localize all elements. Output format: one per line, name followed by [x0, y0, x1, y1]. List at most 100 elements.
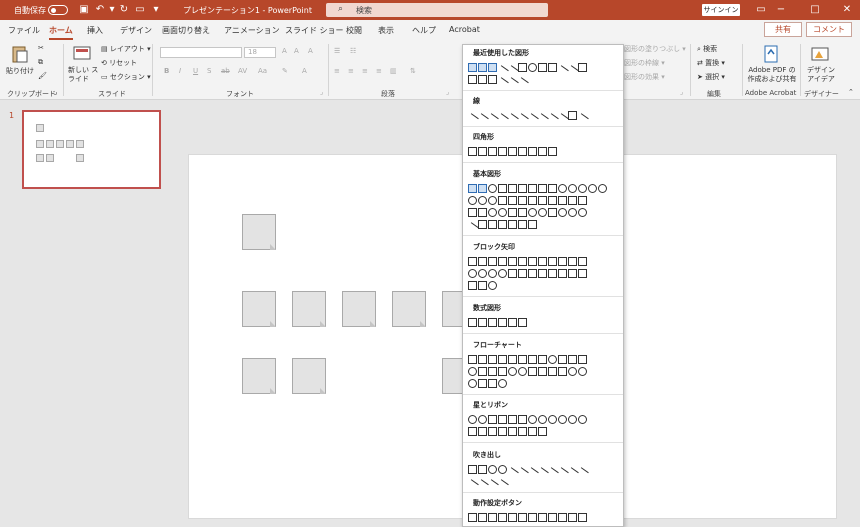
textbox-shape-icon[interactable]	[478, 63, 487, 72]
arc-shape-icon[interactable]	[466, 222, 479, 235]
triangle-shape-icon[interactable]	[548, 63, 557, 72]
curved-left-arrow-shape-icon[interactable]	[478, 269, 487, 278]
rectangle-shape-icon[interactable]	[468, 63, 477, 72]
design-ideas-icon[interactable]	[810, 44, 830, 64]
flowchart-manual-input-shape-icon[interactable]	[568, 355, 577, 364]
copy-icon[interactable]: ⧉	[38, 58, 43, 67]
pentagon-shape-icon[interactable]	[548, 184, 557, 193]
flowchart-extract-shape-icon[interactable]	[548, 367, 557, 376]
action-button-sound-shape-icon[interactable]	[558, 513, 567, 522]
snip-round-rectangle-shape-icon[interactable]	[518, 147, 527, 156]
folded-corner-shape[interactable]	[342, 291, 376, 327]
star-32-point-shape-icon[interactable]	[578, 415, 587, 424]
star-16-point-shape-icon[interactable]	[558, 415, 567, 424]
textbox-shape-icon[interactable]	[468, 184, 477, 193]
chord-shape-icon[interactable]	[478, 196, 487, 205]
left-right-arrow-shape-icon[interactable]	[508, 257, 517, 266]
dodecagon-shape-icon[interactable]	[598, 184, 607, 193]
left-brace-shape-icon[interactable]	[518, 220, 527, 229]
present-icon[interactable]: ▭	[134, 4, 146, 16]
bold-icon[interactable]: B	[164, 67, 169, 75]
plaque-shape-icon[interactable]	[548, 196, 557, 205]
align-left-icon[interactable]: ≡	[334, 67, 340, 75]
wave-shape-icon[interactable]	[528, 427, 537, 436]
triangle-shape-icon[interactable]	[498, 184, 507, 193]
trapezoid-shape-icon[interactable]	[528, 184, 537, 193]
round-same-side-rectangle-shape-icon[interactable]	[538, 147, 547, 156]
block-arc-shape-icon[interactable]	[508, 208, 517, 217]
oval-shape-icon[interactable]	[488, 184, 497, 193]
down-arrow-shape-icon[interactable]	[498, 257, 507, 266]
donut-shape-icon[interactable]	[488, 208, 497, 217]
replace-button[interactable]: ⇄ 置換 ▾	[697, 58, 725, 68]
heptagon-shape-icon[interactable]	[568, 184, 577, 193]
char-spacing-icon[interactable]: AV	[238, 67, 247, 75]
flowchart-offpage-connector-shape-icon[interactable]	[478, 367, 487, 376]
clear-formatting-icon[interactable]: A	[308, 47, 313, 55]
star-7-point-shape-icon[interactable]	[518, 415, 527, 424]
drawing-launcher-icon[interactable]: ⌟	[680, 88, 683, 96]
tab-design[interactable]: デザイン	[120, 25, 152, 36]
teardrop-shape-icon[interactable]	[488, 196, 497, 205]
create-pdf-icon[interactable]	[761, 44, 781, 64]
notched-right-arrow-shape-icon[interactable]	[518, 269, 527, 278]
multiply-shape-icon[interactable]	[488, 318, 497, 327]
curve-shape-icon[interactable]	[556, 113, 569, 126]
star-24-point-shape-icon[interactable]	[568, 415, 577, 424]
cube-shape-icon[interactable]	[568, 196, 577, 205]
numbering-icon[interactable]: ☷	[350, 47, 356, 55]
tab-transitions[interactable]: 画面切り替え	[162, 25, 210, 36]
shadow-icon[interactable]: S	[207, 67, 211, 75]
division-shape-icon[interactable]	[498, 318, 507, 327]
action-button-document-shape-icon[interactable]	[548, 513, 557, 522]
left-up-arrow-shape-icon[interactable]	[568, 257, 577, 266]
freeform-shape-icon[interactable]	[568, 111, 577, 120]
new-slide-button-label[interactable]: 新しい スライド	[68, 66, 100, 84]
left-right-up-arrow-shape-icon[interactable]	[538, 257, 547, 266]
cross-shape-icon[interactable]	[538, 196, 547, 205]
parallelogram-shape-icon[interactable]	[518, 184, 527, 193]
curved-ribbon-up-shape-icon[interactable]	[488, 427, 497, 436]
signin-button[interactable]: サインイン	[702, 4, 740, 16]
bracket-shape-icon[interactable]	[516, 77, 529, 90]
round-corner-rectangle-shape-icon[interactable]	[528, 147, 537, 156]
create-pdf-button-label[interactable]: Adobe PDF の 作成および共有	[745, 66, 799, 84]
tab-home[interactable]: ホーム	[49, 25, 73, 40]
change-case-icon[interactable]: Aa	[258, 67, 267, 75]
not-equal-shape-icon[interactable]	[518, 318, 527, 327]
flowchart-data-shape-icon[interactable]	[498, 355, 507, 364]
right-arrow-shape-icon[interactable]	[468, 257, 477, 266]
flowchart-or-shape-icon[interactable]	[518, 367, 527, 376]
flowchart-summing-junction-shape-icon[interactable]	[508, 367, 517, 376]
snip-diagonal-rectangle-shape-icon[interactable]	[508, 147, 517, 156]
star-10-point-shape-icon[interactable]	[538, 415, 547, 424]
flowchart-alternate-process-shape-icon[interactable]	[478, 355, 487, 364]
scribble-shape-icon[interactable]	[576, 113, 589, 126]
quad-arrow-shape-icon[interactable]	[528, 257, 537, 266]
explosion-2-shape-icon[interactable]	[478, 415, 487, 424]
rounded-rectangle-shape-icon[interactable]	[538, 63, 547, 72]
undo-dropdown-icon[interactable]: ▾	[106, 4, 118, 16]
flowchart-process-shape-icon[interactable]	[468, 355, 477, 364]
can-shape-icon[interactable]	[558, 196, 567, 205]
shape-effects-button[interactable]: 図形の効果 ▾	[624, 72, 665, 82]
up-down-arrow-shape-icon[interactable]	[518, 257, 527, 266]
down-arrow-callout-shape-icon[interactable]	[558, 269, 567, 278]
ribbon-display-options-icon[interactable]: ▭	[752, 2, 770, 18]
ribbon-tilted-down-shape-icon[interactable]	[478, 427, 487, 436]
action-button-end-shape-icon[interactable]	[498, 513, 507, 522]
chevron-shape-icon[interactable]	[538, 269, 547, 278]
line-callout-accent-border-3-shape-icon[interactable]	[496, 479, 509, 492]
octagon-shape-icon[interactable]	[578, 184, 587, 193]
round-diagonal-rectangle-shape-icon[interactable]	[548, 147, 557, 156]
up-arrow-shape-icon[interactable]	[488, 257, 497, 266]
circular-arrow-shape-icon[interactable]	[488, 281, 497, 290]
textbox-vertical-shape-icon[interactable]	[488, 63, 497, 72]
rounded-rectangular-callout-shape-icon[interactable]	[478, 465, 487, 474]
left-right-arrow-callout-shape-icon[interactable]	[468, 281, 477, 290]
bevel-shape-icon[interactable]	[478, 208, 487, 217]
lightning-bolt-shape-icon[interactable]	[548, 208, 557, 217]
diamond-shape-icon[interactable]	[538, 184, 547, 193]
columns-icon[interactable]: ▥	[390, 67, 397, 75]
undo-icon[interactable]: ↶	[94, 4, 106, 16]
